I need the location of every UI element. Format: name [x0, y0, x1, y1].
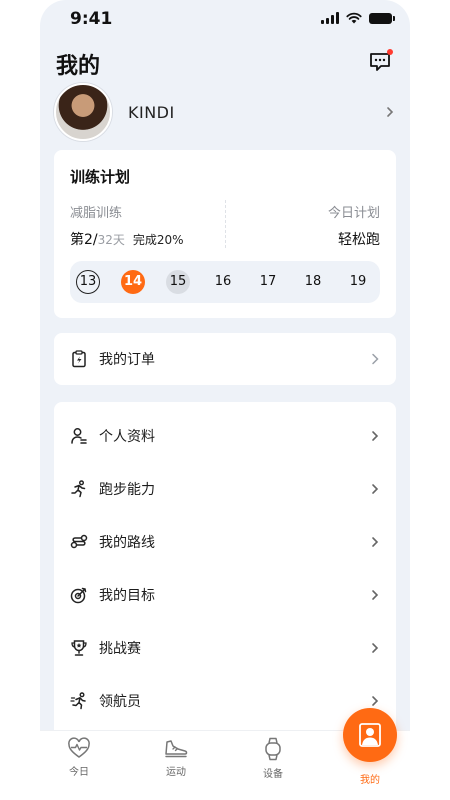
today-plan-label: 今日计划 — [327, 206, 380, 221]
plan-week-total: 32天 — [97, 233, 125, 247]
page-title: 我的 — [56, 54, 101, 79]
day-item[interactable]: 13 — [76, 270, 100, 294]
chevron-right-icon — [372, 590, 379, 600]
menu-item-label: 跑步能力 — [99, 482, 155, 498]
menu-item-label: 我的目标 — [99, 588, 155, 604]
menu-item-challenges[interactable]: 挑战赛 — [70, 622, 380, 674]
wifi-icon — [346, 12, 362, 24]
menu-item-goals[interactable]: 我的目标 — [70, 569, 380, 621]
today-plan-value: 轻松跑 — [338, 232, 380, 248]
plan-type: 减脂训练 — [70, 206, 123, 221]
target-icon — [70, 587, 87, 604]
avatar[interactable] — [54, 83, 112, 141]
tab-label: 我的 — [360, 775, 380, 786]
my-orders-label: 我的订单 — [99, 352, 155, 368]
profile-icon — [71, 428, 87, 444]
heart-pulse-icon — [68, 737, 90, 758]
plan-divider — [225, 200, 226, 248]
day-item[interactable]: 15 — [166, 270, 190, 294]
my-orders-row[interactable]: 我的订单 — [70, 333, 380, 385]
menu-item-label: 我的路线 — [99, 535, 155, 551]
orders-card: 我的订单 — [54, 333, 396, 385]
chevron-right-icon — [372, 643, 379, 653]
route-icon — [70, 534, 88, 549]
menu-item-pacer[interactable]: 领航员 — [70, 675, 380, 727]
clipboard-bolt-icon — [72, 350, 86, 368]
day-item[interactable]: 19 — [346, 270, 370, 294]
running-icon — [71, 480, 86, 498]
plan-title: 训练计划 — [70, 168, 131, 186]
plan-week-current: 第2/ — [70, 232, 98, 248]
training-plan-card[interactable]: 训练计划 减脂训练 今日计划 第2/ 32天 完成20% 轻松跑 13 14 1… — [54, 150, 396, 318]
menu-item-label: 领航员 — [99, 694, 141, 710]
sneaker-icon — [165, 740, 188, 758]
day-selector: 13 14 15 16 17 18 19 — [70, 261, 380, 303]
battery-icon — [369, 12, 395, 24]
tab-label: 今日 — [69, 767, 89, 778]
notification-dot — [387, 49, 393, 55]
day-item[interactable]: 16 — [211, 270, 235, 294]
status-bar: 9:41 — [40, 0, 410, 40]
tab-label: 设备 — [263, 769, 283, 780]
status-time: 9:41 — [70, 9, 113, 29]
day-item-today[interactable]: 14 — [121, 270, 145, 294]
menu-item-profile[interactable]: 个人资料 — [70, 410, 380, 462]
chevron-right-icon — [372, 484, 379, 494]
menu-item-routes[interactable]: 我的路线 — [70, 516, 380, 568]
menu-item-label: 个人资料 — [99, 429, 155, 445]
status-icons — [321, 12, 395, 24]
tab-sport[interactable]: 运动 — [146, 737, 206, 778]
message-icon[interactable] — [369, 52, 391, 72]
tab-mine-button[interactable] — [343, 708, 397, 762]
tab-device[interactable]: 设备 — [243, 737, 303, 780]
day-item[interactable]: 17 — [256, 270, 280, 294]
chevron-right-icon — [372, 431, 379, 441]
plan-progress: 第2/ 32天 完成20% — [70, 229, 184, 249]
watch-icon — [265, 737, 281, 761]
tab-mine[interactable]: 我的 — [340, 767, 400, 786]
menu-item-label: 挑战赛 — [99, 641, 141, 657]
phone-screen: 9:41 我的 KINDI 训练计划 减脂训练 今日计划 第2/ 32天 完成2… — [40, 0, 410, 800]
menu-item-running-ability[interactable]: 跑步能力 — [70, 463, 380, 515]
chevron-right-icon — [372, 696, 379, 706]
profile-row[interactable]: KINDI — [54, 82, 396, 142]
pacer-icon — [70, 692, 86, 710]
user-icon — [359, 723, 381, 747]
day-item[interactable]: 18 — [301, 270, 325, 294]
chevron-right-icon — [387, 107, 394, 117]
plan-completion: 完成20% — [132, 233, 184, 247]
profile-name: KINDI — [128, 102, 175, 122]
chevron-right-icon — [372, 537, 379, 547]
trophy-icon — [71, 640, 87, 656]
tab-today[interactable]: 今日 — [49, 737, 109, 778]
tab-label: 运动 — [166, 767, 186, 778]
signal-icon — [321, 12, 339, 24]
chevron-right-icon — [372, 353, 379, 365]
